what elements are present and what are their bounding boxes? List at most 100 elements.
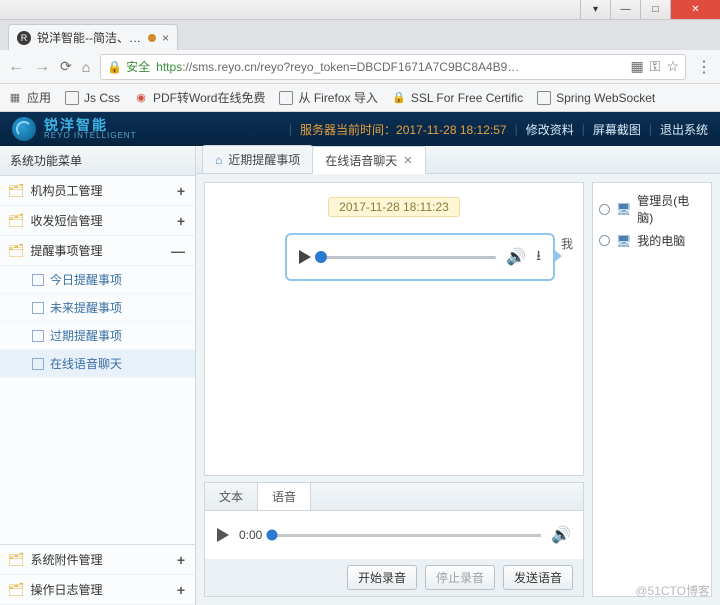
member-item[interactable]: 🖥 管理员(电脑): [599, 189, 705, 229]
address-bar: ← → ⟳ ⌂ 🔒 安全 https://sms.reyo.cn/reyo?re…: [0, 50, 720, 84]
browser-tab[interactable]: R 锐洋智能--简洁、实用 ×: [8, 24, 178, 50]
apps-icon: ▦: [8, 91, 22, 105]
radio-icon[interactable]: [599, 235, 610, 246]
folder-icon: 🗂: [8, 213, 25, 229]
translate-icon[interactable]: ▦: [631, 58, 644, 75]
brand: 锐洋智能 REYO INTELLIGENT: [12, 117, 136, 141]
secure-label: 安全: [126, 58, 150, 75]
compose-tab-text[interactable]: 文本: [205, 483, 258, 510]
browser-tabstrip: R 锐洋智能--简洁、实用 ×: [0, 20, 720, 50]
tab-voice-chat[interactable]: 在线语音聊天 ✕: [312, 146, 425, 174]
compose-tab-voice[interactable]: 语音: [258, 483, 311, 510]
page-icon: [32, 330, 44, 342]
apps-button[interactable]: ▦应用: [8, 89, 51, 106]
window-dropdown-button[interactable]: ▾: [580, 0, 610, 19]
favicon-icon: R: [17, 31, 31, 45]
monitor-icon: 🖥: [616, 202, 631, 216]
audio-message[interactable]: 🔊 ⭳: [285, 233, 555, 281]
compose-panel: 文本 语音 0:00 🔊 开始录音 停止录音 发送语音: [204, 482, 584, 597]
close-icon[interactable]: ✕: [403, 154, 412, 167]
home-button[interactable]: ⌂: [82, 59, 90, 75]
start-record-button[interactable]: 开始录音: [347, 565, 417, 590]
brand-name: 锐洋智能: [44, 118, 136, 132]
sidebar-item-today[interactable]: 今日提醒事项: [0, 266, 195, 294]
bookmark-item[interactable]: ◉PDF转Word在线免费: [134, 89, 265, 106]
send-voice-button[interactable]: 发送语音: [503, 565, 573, 590]
folder-icon: 🗂: [8, 243, 25, 259]
key-icon[interactable]: ⚿: [650, 58, 661, 75]
server-time: 服务器当前时间：2017-11-28 18:12:57: [300, 121, 507, 138]
bookmark-item[interactable]: Js Css: [65, 91, 120, 105]
bookmark-item[interactable]: Spring WebSocket: [537, 91, 655, 105]
recording-slider[interactable]: [272, 534, 541, 537]
member-item[interactable]: 🖥 我的电脑: [599, 229, 705, 252]
star-icon[interactable]: ☆: [666, 58, 679, 75]
expand-icon: +: [177, 183, 185, 199]
page-icon: [279, 91, 293, 105]
browser-menu-button[interactable]: ⋮: [696, 57, 712, 77]
sidebar-item-expired[interactable]: 过期提醒事项: [0, 322, 195, 350]
page-icon: [32, 358, 44, 370]
nav-back-button[interactable]: ←: [8, 58, 24, 76]
play-icon[interactable]: [299, 250, 311, 264]
omnibox[interactable]: 🔒 安全 https://sms.reyo.cn/reyo?reyo_token…: [100, 54, 686, 80]
play-icon[interactable]: [217, 528, 229, 542]
sidebar: 系统功能菜单 🗂机构员工管理 + 🗂收发短信管理 + 🗂提醒事项管理 — 今日提…: [0, 146, 196, 605]
audio-seek-slider[interactable]: [321, 256, 496, 259]
sidebar-group-org[interactable]: 🗂机构员工管理 +: [0, 176, 195, 206]
download-icon[interactable]: ⭳: [536, 245, 541, 269]
recording-time: 0:00: [239, 528, 262, 542]
brand-logo-icon: [12, 117, 36, 141]
logout-link[interactable]: 退出系统: [660, 121, 708, 138]
bookmark-item[interactable]: 从 Firefox 导入: [279, 89, 377, 106]
watermark: @51CTO博客: [635, 582, 710, 599]
sidebar-group-logs[interactable]: 🗂操作日志管理 +: [0, 575, 195, 605]
sidebar-group-reminders[interactable]: 🗂提醒事项管理 —: [0, 236, 195, 266]
sidebar-item-future[interactable]: 未来提醒事项: [0, 294, 195, 322]
browser-tab-title: 锐洋智能--简洁、实用: [37, 29, 142, 46]
screenshot-link[interactable]: 屏幕截图: [593, 121, 641, 138]
sidebar-item-voice-chat[interactable]: 在线语音聊天: [0, 350, 195, 378]
content: ⌂ 近期提醒事项 在线语音聊天 ✕ 2017-11-28 18:11:23 🔊: [196, 146, 720, 605]
page-icon: [65, 91, 79, 105]
sender-label: 我: [561, 235, 573, 252]
expand-icon: +: [177, 552, 185, 568]
radio-icon[interactable]: [599, 204, 610, 215]
tab-recent-reminders[interactable]: ⌂ 近期提醒事项: [202, 145, 313, 173]
folder-icon: 🗂: [8, 552, 25, 568]
members-panel: 🖥 管理员(电脑) 🖥 我的电脑: [592, 182, 712, 597]
folder-icon: 🗂: [8, 582, 25, 598]
collapse-icon: —: [171, 243, 185, 259]
url-text: https://sms.reyo.cn/reyo?reyo_token=DBCD…: [156, 60, 519, 74]
window-maximize-button[interactable]: □: [640, 0, 670, 19]
sidebar-title: 系统功能菜单: [0, 146, 195, 176]
folder-icon: 🗂: [8, 183, 25, 199]
reload-button[interactable]: ⟳: [60, 58, 72, 75]
edit-profile-link[interactable]: 修改资料: [526, 121, 574, 138]
lock-icon: 🔒: [392, 91, 406, 105]
stop-record-button[interactable]: 停止录音: [425, 565, 495, 590]
monitor-icon: 🖥: [616, 234, 631, 248]
brand-subtitle: REYO INTELLIGENT: [44, 132, 136, 140]
pdf-icon: ◉: [134, 91, 148, 105]
sidebar-group-sms[interactable]: 🗂收发短信管理 +: [0, 206, 195, 236]
sidebar-group-attachments[interactable]: 🗂系统附件管理 +: [0, 545, 195, 575]
chat-log: 2017-11-28 18:11:23 🔊 ⭳ 我: [204, 182, 584, 476]
window-close-button[interactable]: ✕: [670, 0, 720, 19]
volume-icon[interactable]: 🔊: [551, 525, 571, 545]
lock-icon: 🔒 安全: [107, 58, 150, 75]
window-minimize-button[interactable]: —: [610, 0, 640, 19]
nav-forward-button[interactable]: →: [34, 58, 50, 76]
page-icon: [537, 91, 551, 105]
volume-icon[interactable]: 🔊: [506, 247, 526, 267]
main: 系统功能菜单 🗂机构员工管理 + 🗂收发短信管理 + 🗂提醒事项管理 — 今日提…: [0, 146, 720, 605]
app-header: 锐洋智能 REYO INTELLIGENT | 服务器当前时间：2017-11-…: [0, 112, 720, 146]
window-titlebar: ▾ — □ ✕: [0, 0, 720, 20]
home-icon: ⌂: [215, 153, 222, 167]
tab-close-button[interactable]: ×: [162, 31, 169, 45]
content-tabs: ⌂ 近期提醒事项 在线语音聊天 ✕: [196, 146, 720, 174]
bookmark-item[interactable]: 🔒SSL For Free Certific: [392, 91, 523, 105]
expand-icon: +: [177, 582, 185, 598]
expand-icon: +: [177, 213, 185, 229]
page-icon: [32, 302, 44, 314]
